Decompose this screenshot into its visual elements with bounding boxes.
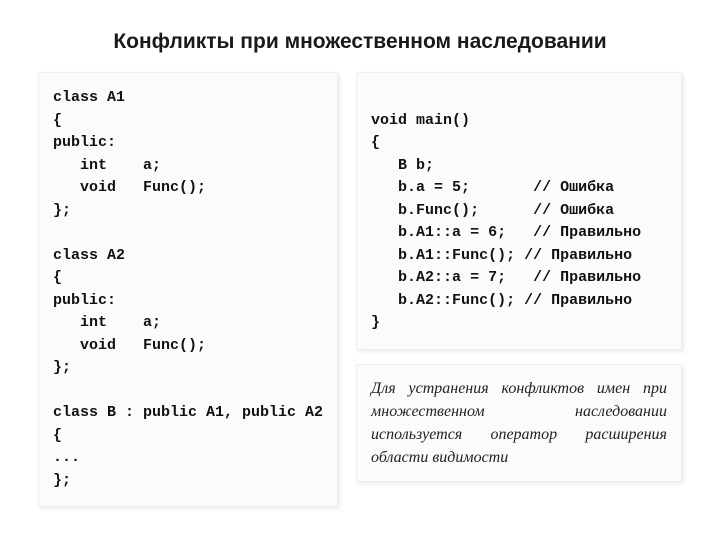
explanation-note: Для устранения конфликтов имен при множе… [356,364,682,483]
slide-title: Конфликты при множественном наследовании [38,30,682,54]
code-block-classes: class A1 { public: int a; void Func(); }… [38,72,338,507]
slide: Конфликты при множественном наследовании… [0,0,720,540]
right-column: void main() { B b; b.a = 5; // Ошибка b.… [356,72,682,482]
content-columns: class A1 { public: int a; void Func(); }… [38,72,682,507]
code-block-main: void main() { B b; b.a = 5; // Ошибка b.… [356,72,682,350]
left-column: class A1 { public: int a; void Func(); }… [38,72,338,507]
